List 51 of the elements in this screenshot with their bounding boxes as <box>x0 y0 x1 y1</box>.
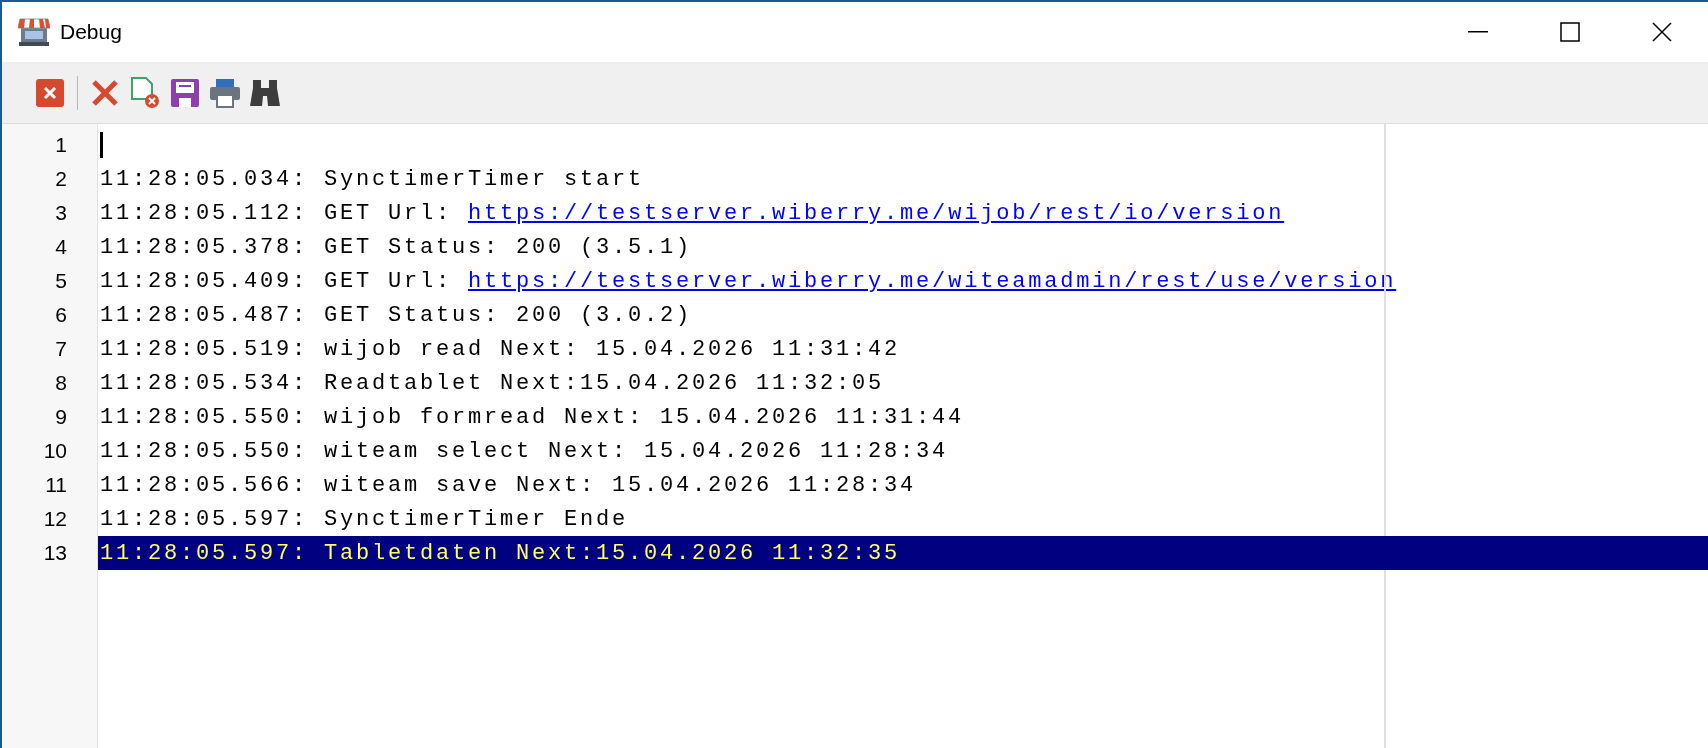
log-text: 11:28:05.550: witeam select Next: 15.04.2026 11:28:34 <box>100 437 949 466</box>
line-number: 6 <box>55 302 67 329</box>
close-icon <box>36 78 64 107</box>
code-line[interactable]: 11:28:05.487: GET Status: 200 (3.0.2) <box>98 298 1708 332</box>
maximize-icon <box>1560 22 1580 42</box>
url-link[interactable]: https://testserver.wiberry.me/witeamadmin/rest/use/version <box>468 264 1397 298</box>
code-line[interactable]: 11:28:05.409: GET Url: https://testserver.wiberry.me/witeamadmin/rest/use/version <box>98 264 1708 298</box>
line-number: 5 <box>55 268 67 295</box>
line-number: 10 <box>43 438 67 465</box>
line-number: 12 <box>43 506 67 533</box>
binoculars-icon <box>249 77 281 108</box>
line-number: 11 <box>45 472 67 499</box>
log-text: 11:28:05.597: Tabletdaten Next:15.04.2026 11:32:35 <box>100 539 901 568</box>
code-line[interactable]: 11:28:05.534: Readtablet Next:15.04.2026 11:32:05 <box>98 366 1708 400</box>
minimize-icon <box>1468 31 1488 33</box>
shop-icon <box>18 17 50 47</box>
cross-icon <box>91 78 119 107</box>
log-text: 11:28:05.487: GET Status: 200 (3.0.2) <box>100 301 693 330</box>
url-link[interactable]: https://testserver.wiberry.me/wijob/rest/io/version <box>468 196 1285 230</box>
log-text: 11:28:05.597: SynctimerTimer Ende <box>100 505 629 534</box>
line-number: 8 <box>55 370 67 397</box>
log-text: 11:28:05.034: SynctimerTimer start <box>100 165 645 194</box>
code-line[interactable]: 11:28:05.550: wijob formread Next: 15.04.2026 11:31:44 <box>98 400 1708 434</box>
log-text: 11:28:05.534: Readtablet Next:15.04.2026 11:32:05 <box>100 369 885 398</box>
log-text: 11:28:05.550: wijob formread Next: 15.04.2026 11:31:44 <box>100 403 965 432</box>
log-text: 11:28:05.566: witeam save Next: 15.04.2026 11:28:34 <box>100 471 917 500</box>
text-cursor <box>100 132 103 158</box>
log-text: 11:28:05.112: GET Url: <box>100 199 454 228</box>
log-text: 11:28:05.519: wijob read Next: 15.04.2026 11:31:42 <box>100 335 901 364</box>
line-number: 1 <box>55 132 67 159</box>
line-number: 13 <box>43 540 67 567</box>
save-icon <box>170 77 200 108</box>
code-line[interactable]: 11:28:05.566: witeam save Next: 15.04.2026 11:28:34 <box>98 468 1708 502</box>
line-number: 4 <box>55 234 67 261</box>
printer-icon <box>209 77 241 108</box>
document-remove-icon <box>130 76 160 109</box>
line-number: 7 <box>55 336 67 363</box>
code-line[interactable]: 11:28:05.519: wijob read Next: 15.04.2026 11:31:42 <box>98 332 1708 366</box>
line-number: 2 <box>55 166 67 193</box>
code-line[interactable]: 11:28:05.378: GET Status: 200 (3.5.1) <box>98 230 1708 264</box>
window-title: Debug <box>60 19 122 46</box>
close-icon <box>1652 22 1672 42</box>
line-number: 9 <box>55 404 67 431</box>
code-line[interactable]: 11:28:05.597: SynctimerTimer Ende <box>98 502 1708 536</box>
code-line[interactable]: 11:28:05.112: GET Url: https://testserver.wiberry.me/wijob/rest/io/version <box>98 196 1708 230</box>
code-line[interactable]: 11:28:05.550: witeam select Next: 15.04.2026 11:28:34 <box>98 434 1708 468</box>
line-number: 3 <box>55 200 67 227</box>
log-text: 11:28:05.378: GET Status: 200 (3.5.1) <box>100 233 693 262</box>
clear-document-button[interactable] <box>128 75 162 110</box>
log-text: 11:28:05.409: GET Url: <box>100 267 454 296</box>
code-line[interactable]: 11:28:05.034: SynctimerTimer start <box>98 162 1708 196</box>
